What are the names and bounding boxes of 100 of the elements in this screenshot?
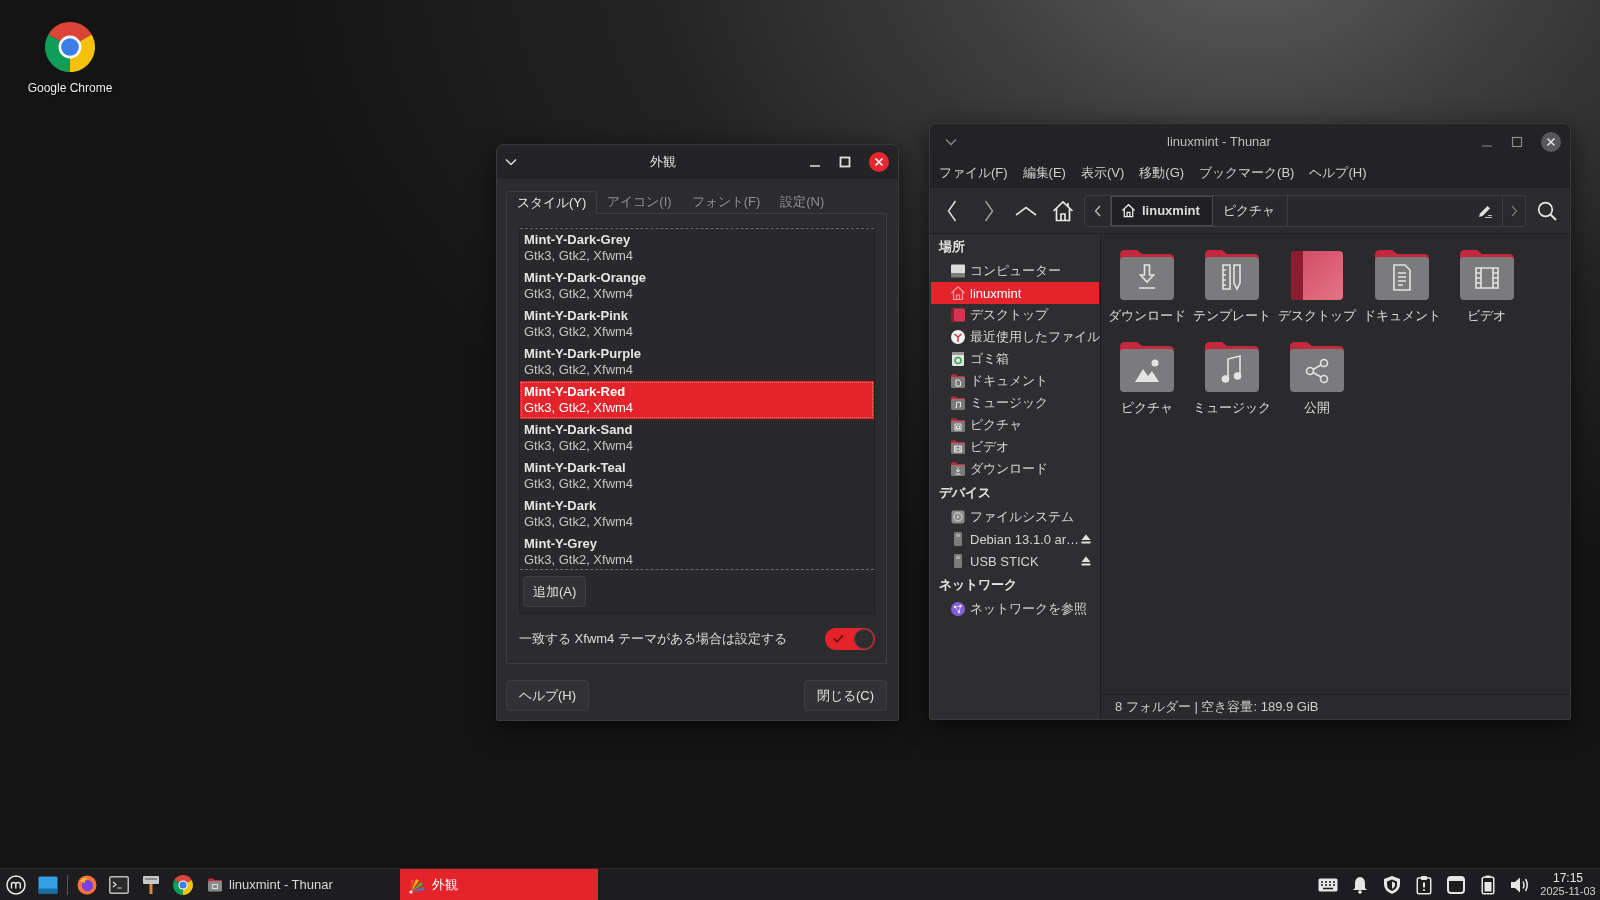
clock-icon [950, 329, 966, 345]
sidebar-item[interactable]: Debian 13.1.0 ar… [931, 528, 1099, 550]
theme-list-item[interactable]: Mint-Y-Dark-Red Gtk3, Gtk2, Xfwm4 [520, 381, 874, 419]
terminal-icon[interactable] [109, 875, 129, 894]
music-folder-icon [1202, 340, 1261, 394]
download-folder-icon [1117, 248, 1176, 302]
sidebar-item[interactable]: USB STICK [931, 550, 1099, 572]
sidebar-item[interactable]: ゴミ箱 [931, 348, 1099, 370]
desktop-icon-label[interactable]: Google Chrome [27, 81, 113, 95]
window-icon[interactable] [1447, 875, 1465, 894]
sidebar-item[interactable]: デスクトップ [931, 304, 1099, 326]
chevron-down-icon[interactable] [945, 137, 957, 146]
up-icon[interactable] [1014, 205, 1037, 216]
close-button[interactable]: 閉じる(C) [804, 680, 887, 711]
taskbar-task[interactable]: linuxmint - Thunar [199, 869, 397, 900]
volume-icon[interactable] [1510, 875, 1530, 894]
toggle-switch[interactable] [825, 627, 875, 650]
menu-item[interactable]: 移動(G) [1139, 164, 1185, 182]
computer-icon [950, 263, 966, 279]
folder-item[interactable]: ビデオ [1444, 248, 1529, 324]
sidebar-item[interactable]: ファイルシステム [931, 506, 1099, 528]
eject-icon[interactable] [1081, 556, 1091, 566]
chevron-right-icon[interactable] [1510, 204, 1518, 217]
chevron-left-icon[interactable] [1094, 204, 1101, 217]
menu-item[interactable]: 編集(E) [1022, 164, 1066, 182]
menu-item[interactable]: 表示(V) [1080, 164, 1125, 182]
folder-item[interactable]: ダウンロード [1104, 248, 1189, 324]
help-button[interactable]: ヘルプ(H) [506, 680, 589, 711]
picture-folder-icon [950, 417, 966, 433]
eject-icon[interactable] [1081, 534, 1091, 544]
paint-roller-icon[interactable] [142, 874, 160, 895]
folder-icon [207, 877, 223, 892]
folder-item[interactable]: ミュージック [1189, 340, 1274, 416]
desktop-icon [950, 307, 966, 323]
sidebar-item[interactable]: コンピューター [931, 260, 1099, 282]
flame-globe-icon[interactable] [77, 874, 97, 895]
search-icon[interactable] [1537, 200, 1557, 221]
add-button[interactable]: 追加(A) [523, 576, 587, 607]
sidebar-item[interactable]: ダウンロード [931, 458, 1099, 480]
theme-list-item[interactable]: Mint-Y-Dark-Teal Gtk3, Gtk2, Xfwm4 [520, 457, 874, 495]
forward-icon[interactable] [983, 199, 994, 222]
clock-time[interactable]: 17:15 [1553, 871, 1583, 885]
theme-list-item[interactable]: Mint-Y-Dark-Grey Gtk3, Gtk2, Xfwm4 [520, 229, 874, 267]
check-icon [833, 634, 844, 643]
theme-list-item[interactable]: Mint-Y-Dark-Pink Gtk3, Gtk2, Xfwm4 [520, 305, 874, 343]
keyboard-icon[interactable] [1318, 877, 1338, 892]
tab[interactable]: アイコン(I) [597, 190, 682, 213]
close-icon[interactable] [869, 152, 889, 172]
theme-list-item[interactable]: Mint-Y-Dark-Orange Gtk3, Gtk2, Xfwm4 [520, 267, 874, 305]
tab[interactable]: スタイル(Y) [506, 191, 598, 214]
close-icon[interactable] [1541, 131, 1561, 152]
tab[interactable]: 設定(N) [770, 190, 835, 213]
menu-item[interactable]: ファイル(F) [939, 164, 1008, 182]
show-desktop-icon[interactable] [38, 875, 58, 894]
download-folder-icon [950, 461, 966, 477]
sidebar-item[interactable]: ビデオ [931, 436, 1099, 458]
sidebar-item[interactable]: ピクチャ [931, 414, 1099, 436]
menu-logo-icon[interactable] [6, 874, 26, 895]
folder-item[interactable]: 公開 [1274, 340, 1359, 416]
folder-item[interactable]: デスクトップ [1274, 248, 1359, 324]
sidebar-heading: 場所 [937, 238, 966, 256]
theme-list-item[interactable]: Mint-Y-Dark-Sand Gtk3, Gtk2, Xfwm4 [520, 419, 874, 457]
taskbar-task[interactable]: 外観 [400, 869, 598, 900]
sidebar-item[interactable]: ミュージック [931, 392, 1099, 414]
battery-icon[interactable] [1481, 874, 1495, 895]
tab[interactable]: フォント(F) [681, 190, 771, 213]
clock-date[interactable]: 2025-11-03 [1540, 884, 1596, 898]
theme-list-item[interactable]: Mint-Y-Grey Gtk3, Gtk2, Xfwm4 [520, 533, 874, 569]
theme-list-item[interactable]: Mint-Y-Dark-Purple Gtk3, Gtk2, Xfwm4 [520, 343, 874, 381]
browser-logo-icon[interactable] [173, 874, 193, 895]
menu-item[interactable]: ブックマーク(B) [1199, 164, 1295, 182]
path-button[interactable]: ピクチャ [1212, 195, 1288, 226]
path-button[interactable]: linuxmint [1111, 195, 1213, 226]
folder-item[interactable]: ピクチャ [1104, 340, 1189, 416]
sidebar-item[interactable]: 最近使用したファイル [931, 326, 1099, 348]
video-folder-icon [950, 439, 966, 455]
film-folder-icon [1457, 248, 1516, 302]
browser-logo-icon[interactable] [45, 22, 95, 72]
sidebar-heading: ネットワーク [938, 576, 1018, 594]
music-folder-icon [950, 395, 966, 411]
theme-list-item[interactable]: Mint-Y-Dark Gtk3, Gtk2, Xfwm4 [520, 495, 874, 533]
network-icon [950, 601, 966, 617]
folder-item[interactable]: テンプレート [1189, 248, 1274, 324]
clipboard-icon[interactable] [1416, 874, 1432, 895]
sidebar-item[interactable]: ネットワークを参照 [931, 598, 1099, 620]
bell-icon[interactable] [1352, 875, 1368, 894]
home-icon[interactable] [1051, 199, 1074, 222]
sidebar-item[interactable]: linuxmint [931, 282, 1099, 304]
shield-icon[interactable] [1383, 874, 1401, 895]
home-icon [950, 285, 966, 301]
ruler-pencil-folder-icon [1202, 248, 1261, 302]
sidebar-item[interactable]: ドキュメント [931, 370, 1099, 392]
disk-icon [950, 509, 966, 525]
folder-item[interactable]: ドキュメント [1359, 248, 1444, 324]
menu-item[interactable]: ヘルプ(H) [1309, 164, 1367, 182]
sidebar-heading: デバイス [938, 484, 992, 502]
status-bar: 8 フォルダー | 空き容量: 189.9 GiB [1101, 694, 1570, 719]
back-icon[interactable] [946, 199, 957, 222]
home-icon [1121, 203, 1136, 218]
picture-folder-icon [1117, 340, 1176, 394]
